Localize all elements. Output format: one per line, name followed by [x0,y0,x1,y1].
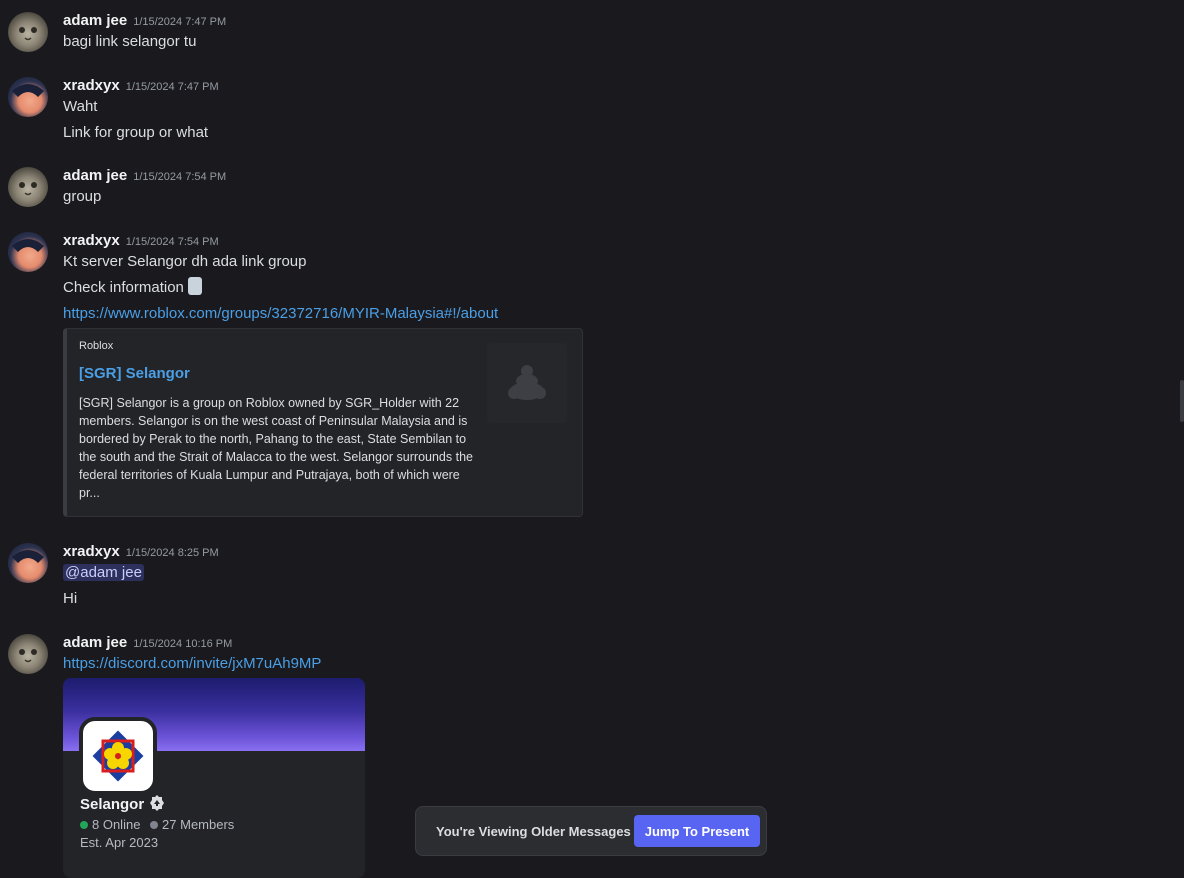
timestamp: 1/15/2024 7:47 PM [125,81,219,93]
older-messages-text: You're Viewing Older Messages [436,824,631,839]
jump-to-present-button[interactable]: Jump To Present [634,815,760,847]
selangor-flag-icon [92,730,144,782]
timestamp: 1/15/2024 7:47 PM [133,16,227,28]
message-header: adam jee 1/15/2024 7:54 PM [63,167,226,185]
embed-provider[interactable]: Roblox [79,340,113,352]
roblox-group-link[interactable]: https://www.roblox.com/groups/32372716/M… [63,305,498,322]
discord-invite-link[interactable]: https://discord.com/invite/jxM7uAh9MP [63,655,321,672]
community-badge-icon [150,795,165,812]
older-messages-bar: You're Viewing Older Messages Jump To Pr… [415,806,767,856]
user-avatar[interactable] [8,543,48,583]
server-stats: 8 Online 27 Members [80,817,234,832]
server-icon[interactable] [79,717,157,795]
online-dot-icon [80,820,88,829]
server-name-text: Selangor [80,796,145,813]
moai-emoji-icon [187,277,202,296]
message-link-line: https://www.roblox.com/groups/32372716/M… [63,305,498,322]
username[interactable]: adam jee [63,167,127,184]
message-header: adam jee 1/15/2024 7:47 PM [63,12,226,30]
timestamp: 1/15/2024 7:54 PM [125,236,219,248]
server-established: Est. Apr 2023 [80,835,159,850]
server-name: Selangor [80,795,166,814]
message-link-line: https://discord.com/invite/jxM7uAh9MP [63,655,321,672]
online-count: 8 Online [92,817,141,832]
embed-thumbnail[interactable] [487,343,567,423]
user-avatar[interactable] [8,77,48,117]
server-invite-card[interactable]: Selangor 8 Online 27 Members Est. Apr 20… [63,678,365,878]
embed-description: [SGR] Selangor is a group on Roblox owne… [79,396,473,500]
username[interactable]: adam jee [63,12,127,29]
username[interactable]: xradxyx [63,543,120,560]
scrollbar-thumb[interactable] [1180,380,1184,422]
message-text-line: Check information [63,277,202,297]
message-text: group [63,188,102,205]
message-header: xradxyx 1/15/2024 7:54 PM [63,232,219,250]
user-mention[interactable]: @adam jee [63,564,144,581]
group-placeholder-icon [508,365,546,400]
message-text: Kt server Selangor dh ada link group [63,253,307,270]
message-text: Waht [63,98,98,115]
message-text: Link for group or what [63,124,209,141]
user-avatar[interactable] [8,12,48,52]
timestamp: 1/15/2024 10:16 PM [133,638,233,650]
message-header: xradxyx 1/15/2024 7:47 PM [63,77,219,95]
message-header: xradxyx 1/15/2024 8:25 PM [63,543,219,561]
username[interactable]: xradxyx [63,77,120,94]
members-dot-icon [150,820,159,829]
message-mention-line: @adam jee [63,564,144,581]
timestamp: 1/15/2024 7:54 PM [133,171,227,183]
link-embed: Roblox [SGR] Selangor [SGR] Selangor is … [63,328,583,517]
message-text: Check information [63,279,184,296]
timestamp: 1/15/2024 8:25 PM [125,547,219,559]
message-header: adam jee 1/15/2024 10:16 PM [63,634,232,652]
user-avatar[interactable] [8,167,48,207]
user-avatar[interactable] [8,634,48,674]
username[interactable]: adam jee [63,634,127,651]
embed-title[interactable]: [SGR] Selangor [79,365,190,382]
username[interactable]: xradxyx [63,232,120,249]
user-avatar[interactable] [8,232,48,272]
message-text: Hi [63,590,78,607]
member-count: 27 Members [162,817,235,832]
message-text: bagi link selangor tu [63,33,197,50]
